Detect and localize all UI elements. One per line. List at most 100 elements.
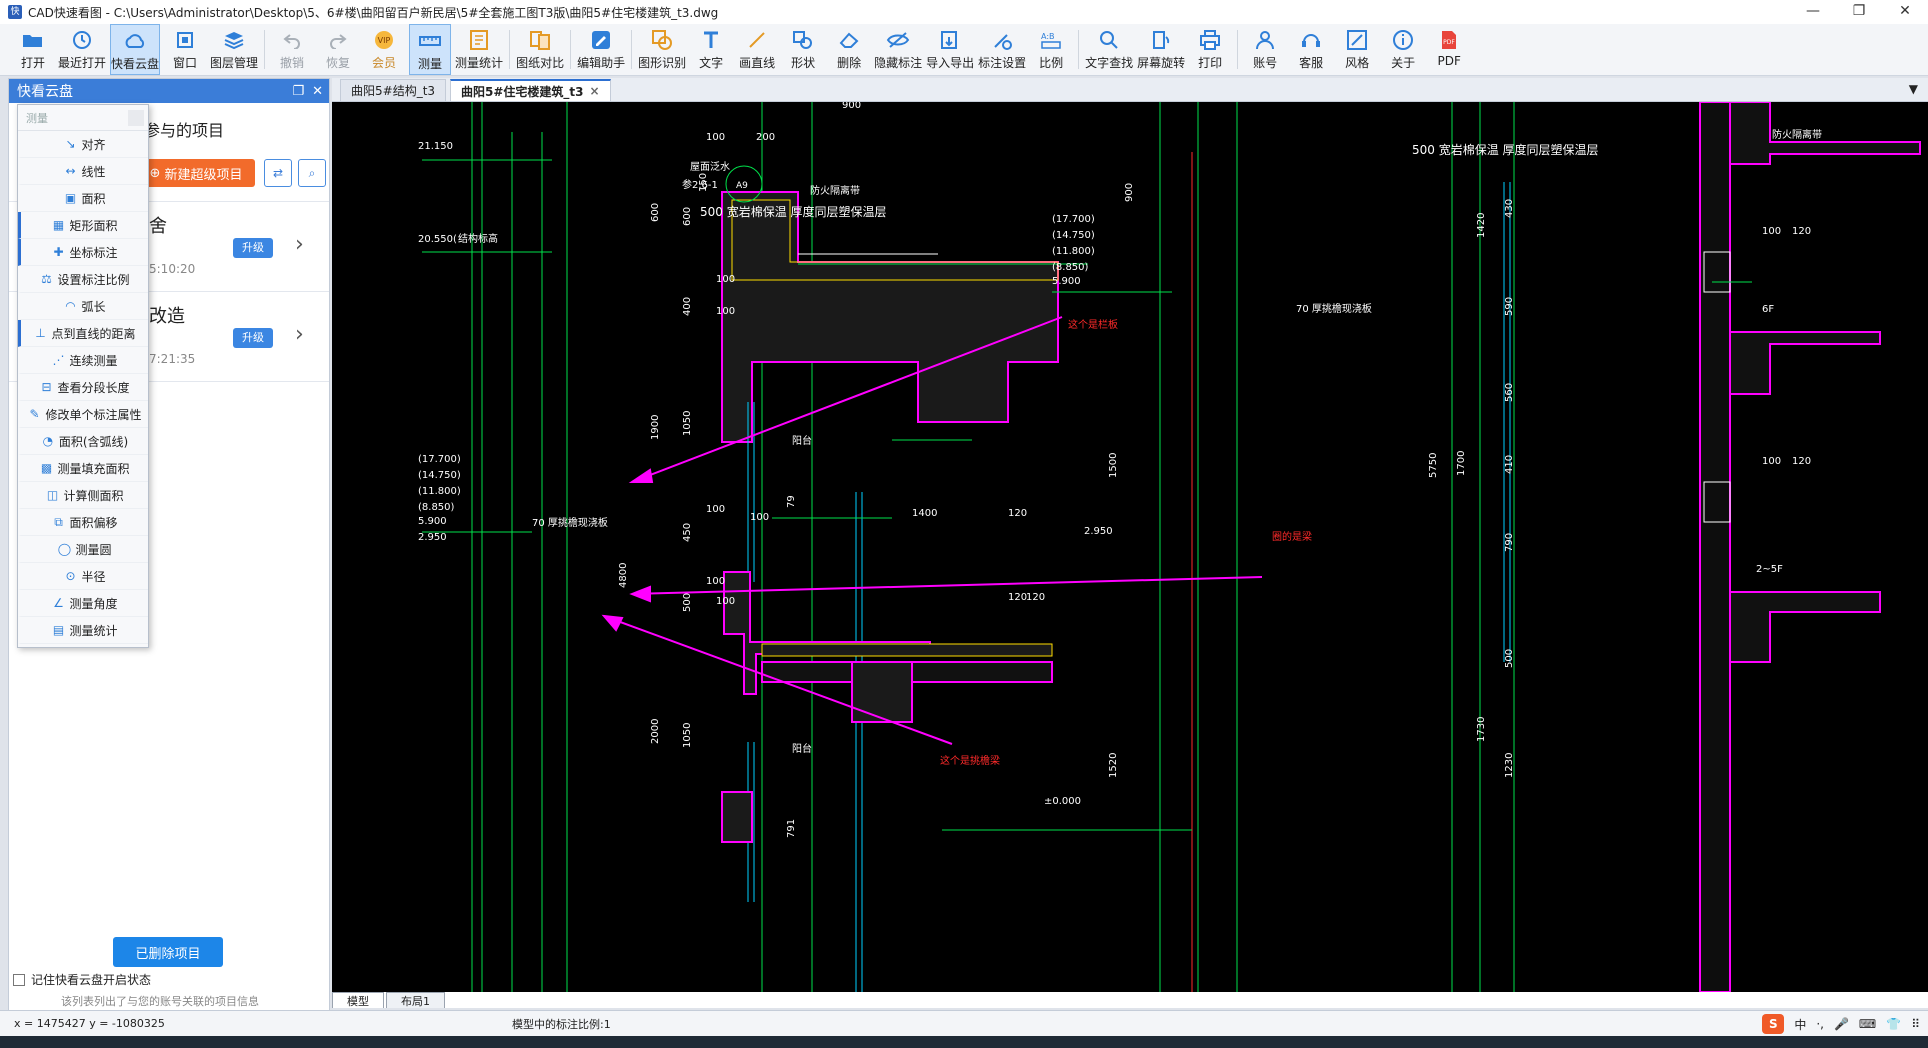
deleted-projects-button[interactable]: 已删除项目	[113, 937, 223, 967]
tab-architecture-drawing[interactable]: 曲阳5#住宅楼建筑_t3 ×	[450, 79, 611, 101]
measure-menu-item[interactable]: ⊥ 点到直线的距离	[18, 320, 148, 347]
measure-menu-item[interactable]: ⊙ 半径	[18, 563, 148, 590]
style-button[interactable]: 风格	[1336, 24, 1378, 75]
measure-menu-label: 半径	[81, 569, 106, 584]
search-icon: ⌕	[308, 165, 316, 180]
measure-menu-item[interactable]: ⋰ 连续测量	[18, 347, 148, 374]
upgrade-badge[interactable]: 升级	[233, 328, 273, 348]
skin-icon[interactable]: 👕	[1886, 1017, 1901, 1031]
label-elev-list: 2.950	[418, 532, 447, 543]
app-logo-icon: 快	[8, 5, 22, 19]
cloud-drive-button[interactable]: 快看云盘	[110, 24, 161, 75]
ime-language-toggle[interactable]: 中	[1794, 1016, 1806, 1033]
scale-button[interactable]: A:B 比例	[1030, 24, 1072, 75]
measure-search-field[interactable]: 测量	[18, 105, 148, 131]
measure-button[interactable]: 测量	[409, 24, 452, 75]
text-search-button[interactable]: 文字查找	[1085, 24, 1133, 75]
svg-text:1050: 1050	[682, 411, 693, 436]
measure-menu-item[interactable]: ▦ 矩形面积	[18, 212, 148, 239]
text-button[interactable]: 文字	[690, 24, 732, 75]
maximize-button[interactable]: ❐	[1836, 0, 1882, 24]
measure-menu-item[interactable]: ⚖ 设置标注比例	[18, 266, 148, 293]
svg-text:600: 600	[682, 207, 693, 226]
measure-menu-item[interactable]: ↘ 对齐	[18, 131, 148, 158]
measure-menu-item[interactable]: ✎ 修改单个标注属性	[18, 401, 148, 428]
new-super-project-button[interactable]: ⊕ 新建超级项目	[137, 159, 255, 187]
tab-structure-drawing[interactable]: 曲阳5#结构_t3	[340, 79, 447, 101]
measure-icon	[418, 29, 442, 53]
import-export-button[interactable]: 导入导出	[926, 24, 974, 75]
measure-menu-item[interactable]: ◫ 计算侧面积	[18, 482, 148, 509]
sogou-logo-icon[interactable]: S	[1762, 1014, 1785, 1034]
annotation-settings-icon	[990, 28, 1014, 52]
upgrade-badge[interactable]: 升级	[233, 238, 273, 258]
open-button[interactable]: 打开	[12, 24, 54, 75]
print-button[interactable]: 打印	[1189, 24, 1231, 75]
chevron-right-icon[interactable]: ›	[295, 322, 304, 347]
measure-menu-item[interactable]: ◠ 弧长	[18, 293, 148, 320]
svg-text:79: 79	[786, 495, 797, 508]
drawing-text: 21.150 20.550( 结构标高 屋面泛水 参2.6-1 A9 防火隔离带…	[418, 128, 1822, 807]
toolbox-icon[interactable]: ⠿	[1911, 1017, 1920, 1031]
note-railing: 这个是栏板	[1068, 318, 1118, 331]
measure-stats-button[interactable]: 测量统计	[455, 24, 503, 75]
shape-button[interactable]: 形状	[782, 24, 824, 75]
tab-layout1[interactable]: 布局1	[386, 992, 445, 1008]
compare-button[interactable]: 图纸对比	[516, 24, 564, 75]
window-button[interactable]: 窗口	[164, 24, 206, 75]
hide-annotation-button[interactable]: 隐藏标注	[874, 24, 922, 75]
draw-line-button[interactable]: 画直线	[736, 24, 778, 75]
recent-open-button[interactable]: 最近打开	[58, 24, 106, 75]
measure-menu-item[interactable]: ▣ 面积	[18, 185, 148, 212]
measure-menu-item[interactable]: ↔ 线性	[18, 158, 148, 185]
measure-menu-item[interactable]: ⧉ 面积偏移	[18, 509, 148, 536]
tab-list-dropdown-icon[interactable]: ▼	[1909, 82, 1918, 96]
svg-text:5750: 5750	[1428, 453, 1439, 478]
measure-menu-item[interactable]: ⊟ 查看分段长度	[18, 374, 148, 401]
vip-button[interactable]: VIP 会员	[363, 24, 405, 75]
minimize-button[interactable]: —	[1790, 0, 1836, 24]
undo-button[interactable]: 撤销	[271, 24, 313, 75]
keyboard-icon[interactable]: ⌨	[1859, 1017, 1876, 1031]
svg-text:1700: 1700	[1456, 451, 1467, 476]
delete-button[interactable]: 删除	[828, 24, 870, 75]
measure-menu-item[interactable]: ▩ 测量填充面积	[18, 455, 148, 482]
sync-button[interactable]: ⇄	[264, 159, 292, 187]
account-button[interactable]: 账号	[1244, 24, 1286, 75]
shape-recognition-button[interactable]: 图形识别	[638, 24, 686, 75]
remember-label: 记住快看云盘开启状态	[31, 973, 152, 987]
chevron-right-icon[interactable]: ›	[295, 232, 304, 257]
import-export-icon	[938, 28, 962, 52]
checkbox-box[interactable]	[13, 973, 25, 986]
panel-close-icon[interactable]: ✕	[312, 84, 323, 99]
remember-state-checkbox[interactable]: 记住快看云盘开启状态	[13, 971, 151, 988]
search-button[interactable]: ⌕	[298, 159, 326, 187]
layer-manager-button[interactable]: 图层管理	[210, 24, 258, 75]
about-button[interactable]: 关于	[1382, 24, 1424, 75]
close-button[interactable]: ✕	[1882, 0, 1928, 24]
measure-menu-item[interactable]: ▤ 测量统计	[18, 617, 148, 644]
measure-menu-item[interactable]: ◔ 面积(含弧线)	[18, 428, 148, 455]
rotate-screen-button[interactable]: 屏幕旋转	[1137, 24, 1185, 75]
measure-menu-item[interactable]: ∠ 测量角度	[18, 590, 148, 617]
edit-helper-button[interactable]: 编辑助手	[577, 24, 625, 75]
pdf-button[interactable]: PDF PDF	[1428, 24, 1470, 75]
angle-icon: ∠	[53, 596, 64, 610]
headset-icon	[1299, 28, 1323, 52]
redo-button[interactable]: 恢复	[317, 24, 359, 75]
annotation-settings-button[interactable]: 标注设置	[978, 24, 1026, 75]
measure-menu-item[interactable]: ✚ 坐标标注	[18, 239, 148, 266]
fill-area-icon: ▩	[40, 461, 53, 475]
microphone-icon[interactable]: 🎤	[1834, 1017, 1849, 1031]
project-name: 改造	[149, 306, 185, 327]
search-clear-icon[interactable]	[128, 109, 144, 126]
scale-icon: A:B	[1039, 28, 1063, 52]
ime-punct-toggle[interactable]: ·,	[1816, 1017, 1824, 1031]
customer-service-button[interactable]: 客服	[1290, 24, 1332, 75]
svg-text:1500: 1500	[1108, 453, 1119, 478]
measure-menu-item[interactable]: ◯ 测量圆	[18, 536, 148, 563]
tab-close-icon[interactable]: ×	[590, 84, 600, 98]
tab-model[interactable]: 模型	[332, 992, 384, 1008]
panel-float-icon[interactable]: ❐	[292, 84, 304, 99]
drawing-canvas[interactable]: 21.150 20.550( 结构标高 屋面泛水 参2.6-1 A9 防火隔离带…	[332, 102, 1928, 992]
